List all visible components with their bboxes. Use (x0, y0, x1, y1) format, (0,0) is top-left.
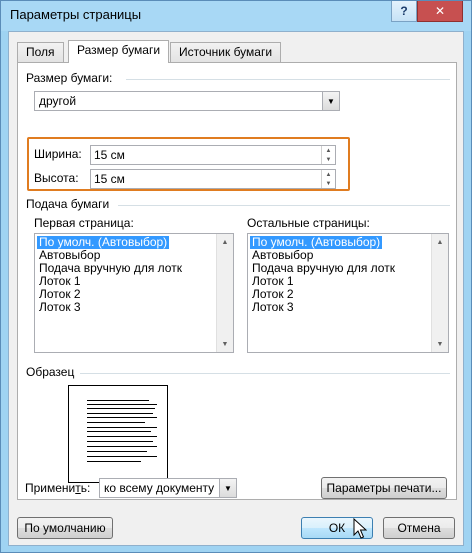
list-item[interactable]: Лоток 3 (250, 301, 296, 314)
scroll-up-icon[interactable]: ▲ (217, 234, 233, 250)
width-spinbox[interactable]: 15 см ▲ ▼ (90, 145, 336, 165)
paper-source-label: Подача бумаги (26, 197, 110, 211)
preview-line (87, 456, 157, 457)
preview-line (87, 461, 141, 462)
paper-size-value: другой (39, 94, 77, 108)
scroll-down-icon[interactable]: ▼ (217, 336, 233, 352)
preview-line (87, 446, 157, 447)
preview-line (87, 427, 157, 428)
height-label: Высота: (34, 171, 79, 185)
preview-line (87, 404, 157, 405)
paper-size-select[interactable]: другой ▼ (34, 91, 340, 111)
other-pages-list[interactable]: По умолч. (Автовыбор) Автовыбор Подача в… (247, 233, 449, 353)
height-value: 15 см (94, 172, 125, 186)
height-spinner: ▲ ▼ (321, 170, 335, 188)
first-page-scrollbar[interactable]: ▲ ▼ (216, 234, 233, 352)
width-spinner: ▲ ▼ (321, 146, 335, 164)
close-icon: ✕ (434, 4, 446, 18)
title-bar[interactable]: Параметры страницы ? ✕ (1, 1, 471, 31)
preview-line (87, 413, 153, 414)
sample-divider (80, 373, 450, 374)
preview-line (87, 422, 145, 423)
other-pages-label: Остальные страницы: (247, 216, 370, 230)
mouse-cursor-icon (353, 518, 367, 539)
spin-down-icon[interactable]: ▼ (322, 179, 335, 188)
help-icon: ? (400, 4, 408, 18)
preview-line (87, 400, 149, 401)
width-label: Ширина: (34, 147, 82, 161)
sample-label: Образец (26, 365, 75, 379)
page-preview (68, 385, 168, 483)
paper-source-divider (118, 205, 450, 206)
tab-paper-size[interactable]: Размер бумаги (68, 40, 170, 63)
preview-line (87, 408, 155, 409)
preview-line (87, 431, 151, 432)
scroll-down-icon[interactable]: ▼ (432, 336, 448, 352)
print-options-button[interactable]: Параметры печати... (321, 477, 447, 499)
close-button[interactable]: ✕ (417, 1, 463, 22)
spin-up-icon[interactable]: ▲ (322, 170, 335, 179)
tab-margins[interactable]: Поля (17, 42, 64, 62)
chevron-down-icon[interactable]: ▼ (219, 479, 236, 497)
width-value: 15 см (94, 148, 125, 162)
other-pages-scrollbar[interactable]: ▲ ▼ (431, 234, 448, 352)
apply-label: Применить: (25, 481, 91, 495)
paper-size-tab-page: Размер бумаги: другой ▼ Ширина: 15 см ▲ … (17, 62, 457, 500)
cancel-button[interactable]: Отмена (383, 517, 455, 539)
page-setup-dialog: Параметры страницы ? ✕ Поля Размер бумаг… (0, 0, 472, 553)
apply-to-value: ко всему документу (104, 481, 215, 495)
spin-up-icon[interactable]: ▲ (322, 146, 335, 155)
tab-paper-source[interactable]: Источник бумаги (170, 42, 282, 62)
spin-down-icon[interactable]: ▼ (322, 155, 335, 164)
preview-line (87, 417, 157, 418)
first-page-label: Первая страница: (34, 216, 134, 230)
preview-line (87, 451, 147, 452)
first-page-list[interactable]: По умолч. (Автовыбор) Автовыбор Подача в… (34, 233, 234, 353)
preview-line (87, 436, 157, 437)
scroll-up-icon[interactable]: ▲ (432, 234, 448, 250)
set-default-button[interactable]: По умолчанию (17, 517, 113, 539)
dialog-body: Поля Размер бумаги Источник бумаги Разме… (8, 31, 464, 546)
chevron-down-icon[interactable]: ▼ (322, 92, 339, 110)
apply-to-select[interactable]: ко всему документу ▼ (99, 478, 237, 498)
height-spinbox[interactable]: 15 см ▲ ▼ (90, 169, 336, 189)
preview-line (87, 441, 153, 442)
help-button[interactable]: ? (391, 1, 417, 22)
paper-size-divider (126, 79, 450, 80)
list-item[interactable]: Лоток 3 (37, 301, 83, 314)
window-title: Параметры страницы (10, 7, 142, 22)
paper-size-label: Размер бумаги: (26, 71, 113, 85)
